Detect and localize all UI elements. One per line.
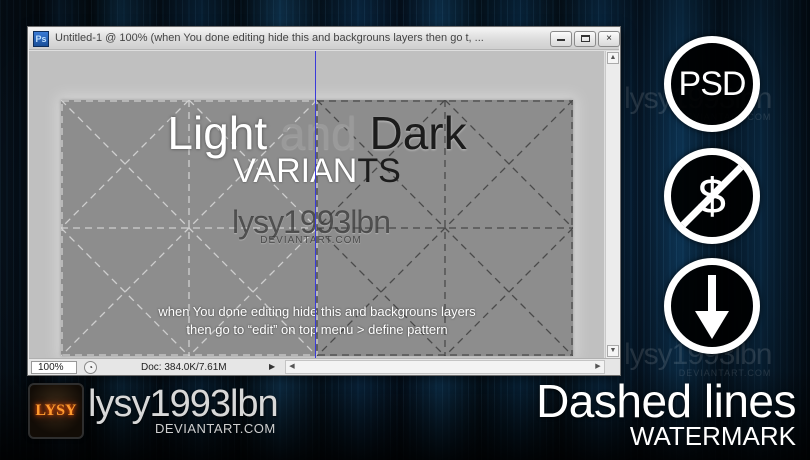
product-subheadline: WATERMARK	[629, 421, 796, 451]
psd-badge: PSD	[664, 36, 760, 132]
free-badge: $	[664, 148, 760, 244]
photoshop-document-window: Ps Untitled-1 @ 100% (when You done edit…	[27, 26, 621, 376]
document-watermark: lysy1993lbn DEVIANTART.COM	[221, 204, 401, 246]
maximize-icon	[580, 35, 590, 42]
scroll-left-icon[interactable]: ◀	[286, 361, 298, 373]
minimize-icon	[557, 39, 565, 41]
status-info-icon[interactable]: ◔	[84, 361, 97, 374]
author-name: lysy1993lbn	[88, 383, 279, 425]
horizontal-scrollbar[interactable]: ◀ ▶	[285, 360, 605, 374]
canvas-area[interactable]: Light and Dark VARIANTS lysy1993lbn DEVI…	[29, 51, 604, 358]
instruction-line-2: then go to “edit” on top menu > define p…	[186, 322, 448, 337]
prohibited-slash-icon	[680, 164, 744, 228]
window-titlebar[interactable]: Ps Untitled-1 @ 100% (when You done edit…	[29, 28, 620, 50]
download-badge	[664, 258, 760, 354]
scroll-up-icon[interactable]: ▲	[607, 52, 619, 64]
window-title: Untitled-1 @ 100% (when You done editing…	[55, 32, 484, 44]
author-logo: LYSY	[28, 383, 84, 439]
arrow-down-icon	[695, 275, 729, 339]
photoshop-icon: Ps	[33, 31, 49, 47]
product-headline: Dashed lines	[536, 375, 796, 427]
status-menu-arrow-icon[interactable]: ▶	[269, 362, 275, 371]
scroll-down-icon[interactable]: ▼	[607, 345, 619, 357]
author-site: DEVIANTART.COM	[155, 421, 276, 436]
vertical-scrollbar[interactable]: ▲ ▼	[605, 51, 619, 358]
status-bar: 100% ◔ Doc: 384.0K/7.61M ▶ ◀ ▶	[29, 358, 620, 375]
instruction-line-1: when You done editing hide this and back…	[158, 304, 476, 319]
document-instructions: when You done editing hide this and back…	[61, 303, 573, 339]
subtitle-dark-part: TS	[357, 152, 401, 190]
close-button[interactable]: ×	[598, 31, 620, 47]
minimize-button[interactable]	[550, 31, 572, 47]
subtitle-light-part: VARIAN	[233, 152, 358, 190]
zoom-level-field[interactable]: 100%	[31, 361, 77, 374]
scroll-right-icon[interactable]: ▶	[592, 361, 604, 373]
document-canvas[interactable]: Light and Dark VARIANTS lysy1993lbn DEVI…	[61, 100, 573, 356]
psd-badge-label: PSD	[678, 65, 747, 103]
maximize-button[interactable]	[574, 31, 596, 47]
guide-line[interactable]	[315, 51, 316, 358]
document-size-info: Doc: 384.0K/7.61M	[141, 362, 227, 373]
document-subtitle: VARIANTS	[61, 152, 573, 191]
